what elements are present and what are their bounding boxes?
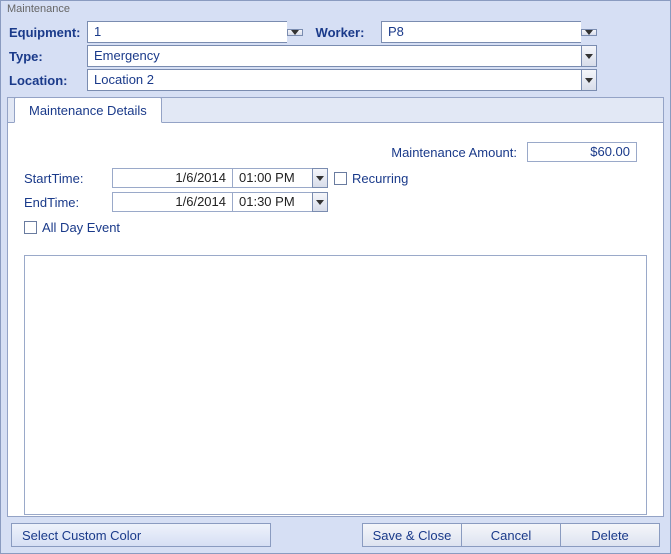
chevron-down-icon [291, 30, 299, 35]
end-date-input[interactable]: 1/6/2014 [112, 192, 232, 212]
equipment-combo[interactable]: 1 [87, 21, 287, 43]
type-dropdown-button[interactable] [581, 45, 597, 67]
amount-value[interactable]: $60.00 [527, 142, 637, 162]
chevron-down-icon [585, 30, 593, 35]
location-value[interactable]: Location 2 [87, 69, 581, 91]
end-time-value[interactable]: 01:30 PM [232, 192, 312, 212]
content-area: Maintenance Details Maintenance Amount: … [7, 97, 664, 517]
end-time-dropdown-button[interactable] [312, 192, 328, 212]
select-custom-color-button[interactable]: Select Custom Color [11, 523, 271, 547]
notes-textarea[interactable] [24, 255, 647, 515]
start-time-dropdown-button[interactable] [312, 168, 328, 188]
maintenance-window: Maintenance Equipment: 1 Worker: P8 Type… [0, 0, 671, 554]
start-time-label: StartTime: [24, 171, 112, 186]
end-time-combo[interactable]: 01:30 PM [232, 192, 328, 212]
worker-label: Worker: [303, 25, 381, 40]
tab-maintenance-details[interactable]: Maintenance Details [14, 97, 162, 123]
end-time-label: EndTime: [24, 195, 112, 210]
header-grid: Equipment: 1 Worker: P8 Type: Emergency … [1, 18, 670, 94]
footer-toolbar: Select Custom Color Save & Close Cancel … [11, 523, 660, 547]
worker-value[interactable]: P8 [381, 21, 581, 43]
footer-spacer [271, 523, 363, 547]
location-dropdown-button[interactable] [581, 69, 597, 91]
delete-button[interactable]: Delete [560, 523, 660, 547]
equipment-dropdown-button[interactable] [287, 29, 303, 36]
cancel-button[interactable]: Cancel [461, 523, 561, 547]
recurring-checkbox-row: Recurring [328, 171, 647, 186]
start-date-input[interactable]: 1/6/2014 [112, 168, 232, 188]
equipment-value[interactable]: 1 [87, 21, 287, 43]
recurring-checkbox[interactable] [334, 172, 347, 185]
worker-dropdown-button[interactable] [581, 29, 597, 36]
chevron-down-icon [316, 200, 324, 205]
type-label: Type: [9, 49, 87, 64]
recurring-label: Recurring [352, 171, 408, 186]
equipment-label: Equipment: [9, 25, 87, 40]
window-title: Maintenance [1, 1, 670, 18]
amount-label: Maintenance Amount: [391, 145, 517, 160]
location-label: Location: [9, 73, 87, 88]
location-combo[interactable]: Location 2 [87, 69, 597, 91]
allday-label: All Day Event [42, 220, 120, 235]
allday-checkbox-row: All Day Event [24, 220, 647, 235]
chevron-down-icon [585, 54, 593, 59]
type-combo[interactable]: Emergency [87, 45, 597, 67]
chevron-down-icon [316, 176, 324, 181]
details-panel: Maintenance Amount: $60.00 StartTime: 1/… [8, 130, 663, 245]
allday-checkbox[interactable] [24, 221, 37, 234]
chevron-down-icon [585, 78, 593, 83]
start-time-value[interactable]: 01:00 PM [232, 168, 312, 188]
start-time-combo[interactable]: 01:00 PM [232, 168, 328, 188]
type-value[interactable]: Emergency [87, 45, 581, 67]
save-close-button[interactable]: Save & Close [362, 523, 462, 547]
worker-combo[interactable]: P8 [381, 21, 581, 43]
